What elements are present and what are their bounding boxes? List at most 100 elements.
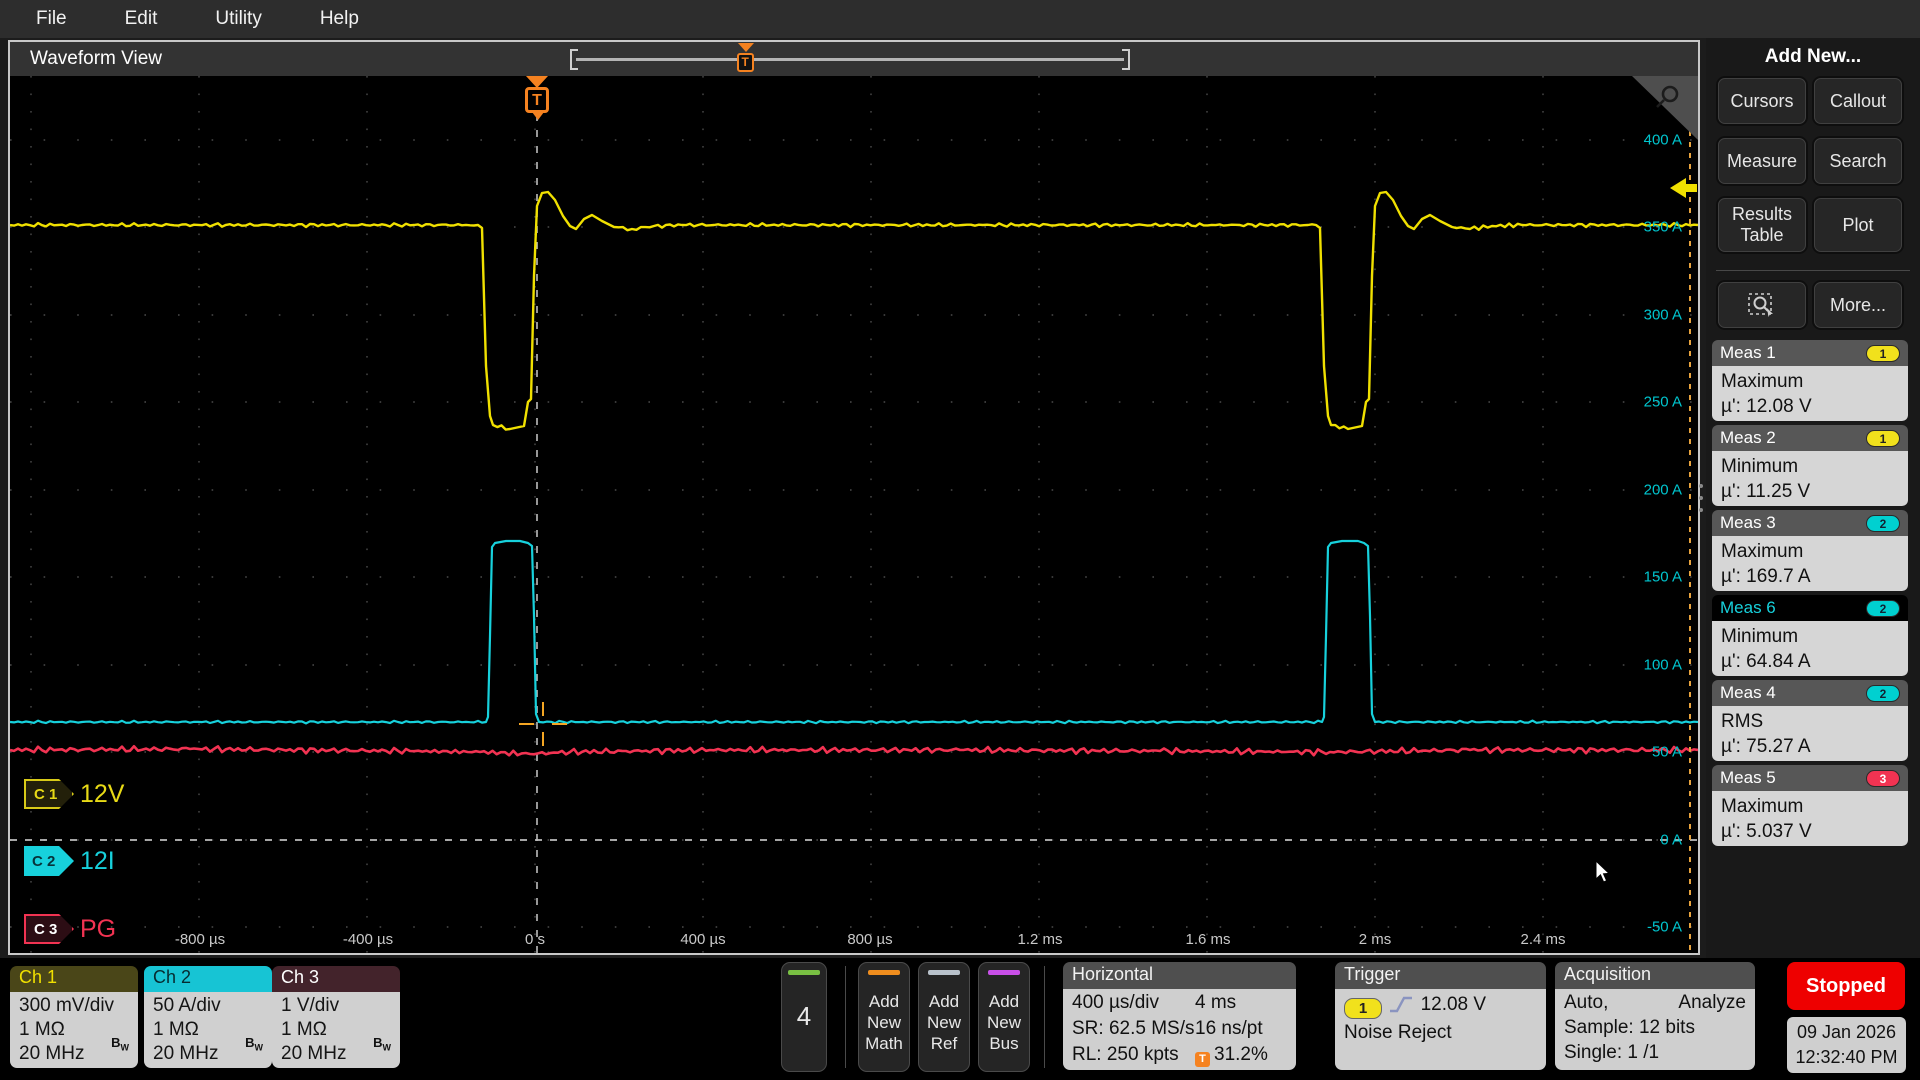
add-results-table-button[interactable]: Results Table [1718,198,1806,252]
acquisition-sample: Sample: 12 bits [1564,1017,1695,1039]
ch2-settings-badge[interactable]: Ch 2 50 A/div 1 MΩ 20 MHz BW [144,966,272,1068]
sample-rate: SR: 62.5 MS/s [1072,1018,1195,1039]
ch4-color-stripe [788,970,820,975]
minimap-left-bracket[interactable] [570,49,578,70]
add-plot-button[interactable]: Plot [1814,198,1902,252]
bandwidth-limit-icon: BW [373,1031,391,1060]
meas2-value: µ': 11.25 V [1721,479,1899,504]
run-stop-status-button[interactable]: Stopped [1787,962,1905,1010]
y-tick: 300 A [1644,307,1682,324]
channel-1-badge[interactable]: C 1 12V [24,779,124,809]
meas1-value: µ': 12.08 V [1721,394,1899,419]
add-new-title: Add New... [1706,46,1920,68]
y-tick: 100 A [1644,657,1682,674]
meas6-source-badge: 2 [1866,600,1900,617]
meas5-card[interactable]: Meas 5 3 Maximum µ': 5.037 V [1712,765,1908,846]
panel-drag-handle-dot[interactable] [1699,508,1703,512]
meas1-card[interactable]: Meas 1 1 Maximum µ': 12.08 V [1712,340,1908,421]
bus-color-stripe [988,970,1020,975]
channel-1-tag[interactable]: C 1 [24,779,74,809]
divider [845,966,846,1068]
channel-2-badge[interactable]: C 2 12I [24,846,115,876]
add-callout-button[interactable]: Callout [1814,78,1902,124]
trigger-position-t-icon[interactable]: T [525,87,549,113]
record-length: RL: 250 kpts [1072,1044,1179,1065]
acquisition-analyze: Analyze [1678,992,1746,1014]
waveform-view-title: Waveform View [30,48,162,70]
meas4-card[interactable]: Meas 4 2 RMS µ': 75.27 A [1712,680,1908,761]
datetime-display[interactable]: 09 Jan 2026 12:32:40 PM [1787,1017,1906,1073]
menu-edit[interactable]: Edit [125,8,158,30]
ch1-header: Ch 1 [10,966,138,992]
menu-file[interactable]: File [36,8,67,30]
add-cursors-button[interactable]: Cursors [1718,78,1806,124]
x-tick: 2 ms [1359,931,1392,948]
meas5-type: Maximum [1721,794,1899,819]
sample-interval: 16 ns/pt [1195,1018,1263,1040]
ch4-button[interactable]: 4 [781,962,827,1072]
meas1-name: Meas 1 [1720,343,1776,363]
channel-3-label: PG [80,915,116,944]
meas2-card[interactable]: Meas 2 1 Minimum µ': 11.25 V [1712,425,1908,506]
add-measure-button[interactable]: Measure [1718,138,1806,184]
waveform-canvas[interactable] [10,76,1698,953]
y-tick: 50 A [1652,744,1682,761]
minimap-trigger-arrow-icon[interactable] [738,43,754,52]
record-view-minimap[interactable]: T [570,42,1130,76]
channel-3-badge[interactable]: C 3 PG [24,914,116,944]
ch2-header: Ch 2 [144,966,272,992]
minimap-trigger-t-icon[interactable]: T [737,53,754,72]
meas4-type: RMS [1721,709,1899,734]
ch4-label: 4 [782,1001,826,1032]
bandwidth-limit-icon: BW [245,1031,263,1060]
x-tick: 2.4 ms [1520,931,1565,948]
menu-help[interactable]: Help [320,8,359,30]
add-new-ref-button[interactable]: Add New Ref [918,962,970,1072]
add-bus-label: Add New Bus [979,991,1029,1054]
add-new-bus-button[interactable]: Add New Bus [978,962,1030,1072]
channel-2-tag[interactable]: C 2 [24,846,74,876]
y-tick: 150 A [1644,569,1682,586]
ch1-settings-badge[interactable]: Ch 1 300 mV/div 1 MΩ 20 MHz BW [10,966,138,1068]
rising-edge-icon [1387,994,1415,1014]
ch3-header: Ch 3 [272,966,400,992]
mouse-cursor [1595,860,1613,884]
minimap-right-bracket[interactable] [1122,49,1130,70]
time: 12:32:40 PM [1787,1045,1906,1070]
meas3-card[interactable]: Meas 3 2 Maximum µ': 169.7 A [1712,510,1908,591]
horizontal-badge[interactable]: Horizontal 400 µs/div 4 ms SR: 62.5 MS/s… [1063,962,1296,1070]
meas1-type: Maximum [1721,369,1899,394]
y-tick: -50 A [1647,919,1682,936]
meas6-name: Meas 6 [1720,598,1776,618]
settings-bar: Ch 1 300 mV/div 1 MΩ 20 MHz BW Ch 2 50 A… [0,958,1920,1080]
trigger-badge[interactable]: Trigger 1 12.08 V Noise Reject [1335,962,1546,1070]
math-color-stripe [868,970,900,975]
add-search-button[interactable]: Search [1814,138,1902,184]
acquisition-badge[interactable]: Acquisition Auto, Analyze Sample: 12 bit… [1555,962,1755,1070]
channel-1-label: 12V [80,780,124,809]
meas5-source-badge: 3 [1866,770,1900,787]
add-new-math-button[interactable]: Add New Math [858,962,910,1072]
more-button[interactable]: More... [1814,282,1902,328]
x-tick: -800 µs [175,931,225,948]
panel-drag-handle-dot[interactable] [1699,484,1703,488]
panel-drag-handle-dot[interactable] [1699,496,1703,500]
box-zoom-button[interactable] [1718,282,1806,328]
y-tick: 400 A [1644,132,1682,149]
ch3-settings-badge[interactable]: Ch 3 1 V/div 1 MΩ 20 MHz BW [272,966,400,1068]
trigger-source-badge: 1 [1344,998,1382,1019]
trigger-title: Trigger [1335,962,1546,989]
channel-3-tag[interactable]: C 3 [24,914,74,944]
graticule[interactable]: -800 µs -400 µs 0 s 400 µs 800 µs 1.2 ms… [10,76,1698,953]
meas6-value: µ': 64.84 A [1721,649,1899,674]
menu-utility[interactable]: Utility [215,8,261,30]
meas6-card[interactable]: Meas 6 2 Minimum µ': 64.84 A [1712,595,1908,676]
add-ref-label: Add New Ref [919,991,969,1054]
meas3-value: µ': 169.7 A [1721,564,1899,589]
meas3-source-badge: 2 [1866,515,1900,532]
x-tick: -400 µs [343,931,393,948]
meas5-value: µ': 5.037 V [1721,819,1899,844]
x-tick: 400 µs [680,931,725,948]
trigger-position-icon: T [1195,1052,1210,1067]
acquisition-title: Acquisition [1555,962,1755,989]
